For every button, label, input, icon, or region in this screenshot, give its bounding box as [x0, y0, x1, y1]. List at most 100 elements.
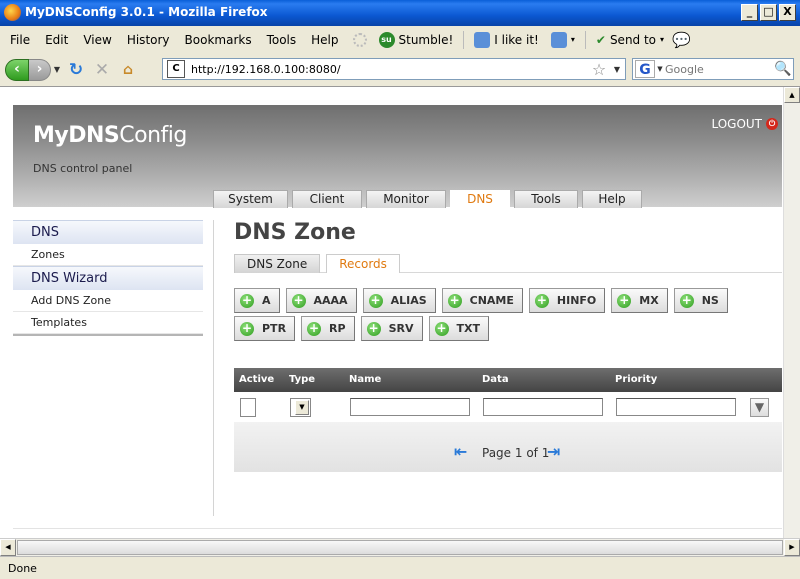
button-label: CNAME	[469, 294, 514, 307]
app-header: MyDNSConfig DNS control panel LOGOUT ⏻ S…	[13, 105, 782, 209]
column-priority[interactable]: Priority	[615, 374, 657, 385]
tab-tools[interactable]: Tools	[514, 190, 578, 208]
button-label: SRV	[388, 322, 414, 335]
tab-client[interactable]: Client	[292, 190, 362, 208]
forward-button[interactable]: ›	[29, 58, 51, 81]
maximize-button[interactable]: □	[760, 4, 777, 21]
filter-funnel-icon[interactable]: ▼	[750, 398, 769, 417]
tab-dns[interactable]: DNS	[450, 190, 510, 209]
scroll-left-icon[interactable]: ◀	[0, 539, 16, 556]
thumbs-down-dropdown-icon: ▾	[570, 35, 575, 44]
minimize-button[interactable]: _	[741, 4, 758, 21]
url-input[interactable]	[191, 62, 589, 76]
add-rp-record-button[interactable]: + RP	[301, 316, 355, 341]
page-viewport: ▲ MyDNSConfig DNS control panel LOGOUT ⏻…	[0, 86, 800, 538]
search-input[interactable]	[665, 62, 773, 76]
filter-type-select[interactable]: ▼	[290, 398, 311, 417]
stumble-button[interactable]: su Stumble!	[373, 31, 460, 48]
add-mx-record-button[interactable]: + MX	[611, 288, 668, 313]
filter-data-input[interactable]	[483, 398, 603, 416]
grid-filter-row: ▼ ▼	[234, 392, 782, 422]
column-data[interactable]: Data	[482, 374, 509, 385]
add-txt-record-button[interactable]: + TXT	[428, 316, 489, 341]
add-hinfo-record-button[interactable]: + HINFO	[528, 288, 606, 313]
forward-arrow-icon: ›	[36, 60, 43, 77]
ilike-label: I like it!	[494, 32, 539, 47]
status-bar: Done	[0, 556, 800, 579]
pager-text: Page 1 of 1	[482, 446, 550, 460]
url-dropdown-icon[interactable]: ▼	[609, 65, 625, 74]
subtab-dns-zone[interactable]: DNS Zone	[234, 254, 321, 273]
menu-tools[interactable]: Tools	[260, 33, 305, 47]
sendto-button[interactable]: ✔ Send to ▾	[590, 33, 670, 47]
stumble-label: Stumble!	[398, 32, 454, 47]
close-button[interactable]: X	[779, 4, 796, 21]
plus-icon: +	[534, 292, 549, 308]
vertical-scrollbar[interactable]: ▲	[783, 87, 800, 538]
tab-help[interactable]: Help	[582, 190, 642, 208]
google-icon[interactable]: G	[635, 60, 655, 78]
button-label: NS	[701, 294, 719, 307]
column-type[interactable]: Type	[289, 374, 315, 385]
search-engine-dropdown-icon[interactable]: ▼	[655, 65, 665, 73]
menu-view[interactable]: View	[76, 33, 119, 47]
filter-name-input[interactable]	[350, 398, 470, 416]
sidebar-item-add-dns-zone[interactable]: Add DNS Zone	[13, 290, 203, 312]
column-active[interactable]: Active	[239, 374, 274, 385]
scroll-right-icon[interactable]: ▶	[784, 539, 800, 556]
home-icon[interactable]: ⌂	[115, 59, 141, 81]
thumbs-down-button[interactable]: ▾	[545, 31, 581, 48]
column-name[interactable]: Name	[349, 374, 381, 385]
last-page-icon[interactable]: ⇥	[547, 442, 560, 461]
add-aaaa-record-button[interactable]: + AAAA	[285, 288, 357, 313]
filter-active-checkbox[interactable]	[240, 398, 256, 417]
search-bar[interactable]: G ▼ 🔍	[632, 58, 794, 80]
scrollbar-thumb[interactable]	[17, 540, 783, 555]
address-bar[interactable]: C ☆ ▼	[162, 58, 626, 80]
button-label: PTR	[262, 322, 287, 335]
add-ns-record-button[interactable]: + NS	[673, 288, 728, 313]
filter-priority-input[interactable]	[616, 398, 736, 416]
bookmark-star-icon[interactable]: ☆	[589, 60, 609, 79]
status-text: Done	[8, 562, 37, 575]
sidebar-item-templates[interactable]: Templates	[13, 312, 203, 334]
logout-link[interactable]: LOGOUT ⏻	[711, 117, 778, 131]
thumbs-up-icon	[474, 31, 491, 48]
menu-history[interactable]: History	[120, 33, 178, 47]
add-srv-record-button[interactable]: + SRV	[360, 316, 423, 341]
dropdown-arrow-icon: ▼	[295, 400, 309, 415]
plus-icon: +	[240, 320, 254, 336]
stop-icon[interactable]: ✕	[89, 59, 115, 81]
add-ptr-record-button[interactable]: + PTR	[234, 316, 296, 341]
main-content: DNS Zone DNS Zone Records + A + AAAA + ALIA…	[234, 220, 782, 344]
add-alias-record-button[interactable]: + ALIAS	[362, 288, 436, 313]
menu-help[interactable]: Help	[304, 33, 346, 47]
comment-icon[interactable]: 💬	[672, 31, 691, 49]
menu-bookmarks[interactable]: Bookmarks	[178, 33, 260, 47]
menu-edit[interactable]: Edit	[38, 33, 76, 47]
plus-icon: +	[617, 292, 632, 308]
ilike-button[interactable]: I like it!	[468, 31, 545, 48]
reload-icon[interactable]: ↻	[63, 59, 89, 81]
tab-system[interactable]: System	[213, 190, 288, 208]
back-arrow-icon: ‹	[14, 60, 20, 77]
loading-spinner-icon	[352, 32, 367, 47]
first-page-icon[interactable]: ⇤	[454, 442, 467, 461]
horizontal-scrollbar[interactable]: ◀ ▶	[0, 538, 800, 556]
add-a-record-button[interactable]: + A	[234, 288, 280, 313]
sub-tabs: DNS Zone Records	[234, 254, 782, 273]
subtab-records[interactable]: Records	[326, 254, 400, 273]
back-button[interactable]: ‹	[5, 58, 29, 81]
navigation-toolbar: ‹ › ▼ ↻ ✕ ⌂ C ☆ ▼ G ▼ 🔍	[0, 53, 800, 86]
search-icon[interactable]: 🔍	[773, 61, 793, 77]
menu-file[interactable]: File	[3, 33, 38, 47]
history-dropdown-icon[interactable]: ▼	[51, 65, 63, 74]
sidebar-item-zones[interactable]: Zones	[13, 244, 203, 266]
button-label: AAAA	[313, 294, 348, 307]
button-label: MX	[639, 294, 659, 307]
scroll-up-icon[interactable]: ▲	[784, 87, 800, 103]
plus-icon: +	[366, 320, 381, 336]
tab-monitor[interactable]: Monitor	[366, 190, 446, 208]
add-cname-record-button[interactable]: + CNAME	[441, 288, 523, 313]
firefox-icon	[4, 4, 21, 21]
